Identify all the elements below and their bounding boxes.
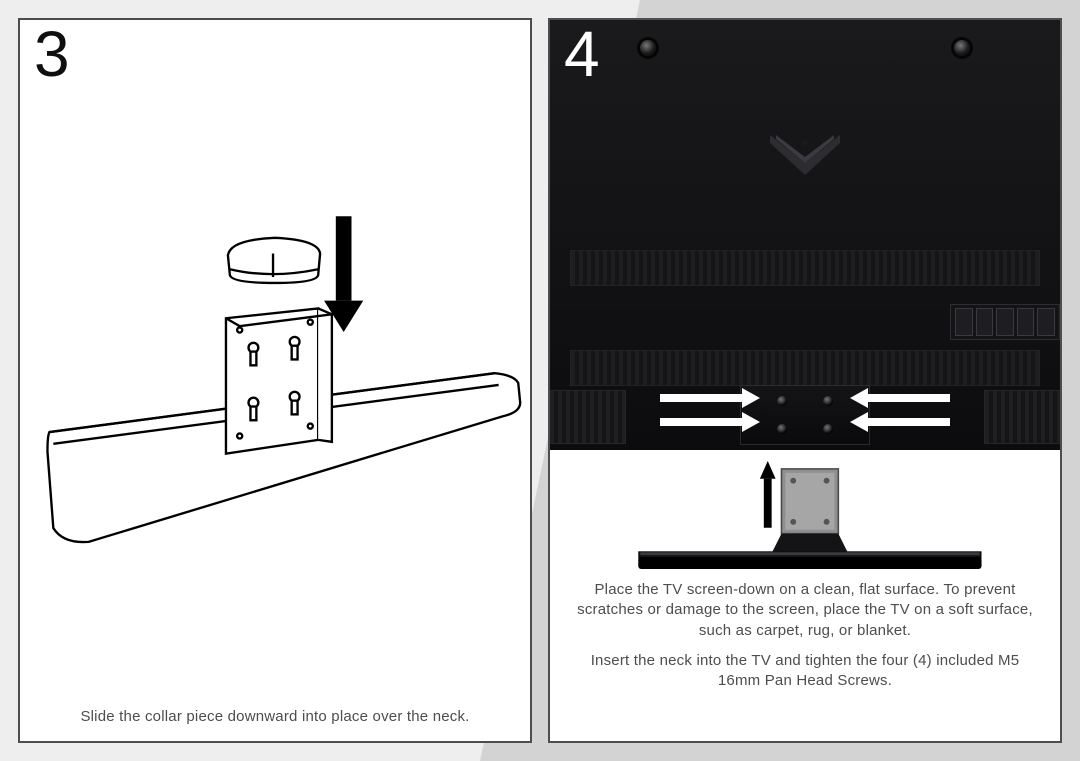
step-4-text-1: Place the TV screen-down on a clean, fla… xyxy=(576,580,1034,641)
step-3-illustration xyxy=(20,20,530,707)
neck-bracket xyxy=(226,308,332,453)
port-icon xyxy=(1037,308,1055,336)
step-3-caption: Slide the collar piece downward into pla… xyxy=(20,707,530,741)
step-4-number: 4 xyxy=(564,22,598,86)
arrow-right-icon xyxy=(660,418,746,426)
logo-chevron-icon xyxy=(770,135,840,175)
screw-hole-icon xyxy=(954,40,970,56)
up-arrow-icon xyxy=(760,461,776,528)
mount-hole-icon xyxy=(823,396,833,406)
tv-back-illustration xyxy=(550,20,1060,450)
page: 3 xyxy=(0,0,1080,761)
stand-with-neck-illustration xyxy=(550,450,1060,580)
step-3-text: Slide the collar piece downward into pla… xyxy=(46,707,504,727)
port-icon xyxy=(1017,308,1035,336)
step-4-caption: Place the TV screen-down on a clean, fla… xyxy=(550,580,1060,705)
io-ports-panel xyxy=(950,304,1060,340)
vent-block xyxy=(550,390,626,444)
arrow-left-icon xyxy=(864,394,950,402)
step-4-panel: 4 xyxy=(548,18,1062,743)
collar-piece xyxy=(228,238,320,283)
stand-line-art xyxy=(20,20,530,707)
mount-hole-icon xyxy=(823,424,833,434)
port-icon xyxy=(976,308,994,336)
vent-block xyxy=(984,390,1060,444)
base-render xyxy=(638,551,981,569)
step-3-number: 3 xyxy=(34,22,68,86)
arrow-right-icon xyxy=(660,394,746,402)
neck-bracket-render xyxy=(770,469,850,557)
arrow-left-icon xyxy=(864,418,950,426)
step-4-lower: Place the TV screen-down on a clean, fla… xyxy=(550,450,1060,741)
port-icon xyxy=(955,308,973,336)
port-icon xyxy=(996,308,1014,336)
step-3-panel: 3 xyxy=(18,18,532,743)
mount-hole-icon xyxy=(777,424,787,434)
mount-hole-icon xyxy=(777,396,787,406)
step-4-text-2: Insert the neck into the TV and tighten … xyxy=(576,651,1034,692)
vent-strip xyxy=(570,250,1040,286)
vent-strip xyxy=(570,350,1040,386)
screw-hole-icon xyxy=(640,40,656,56)
